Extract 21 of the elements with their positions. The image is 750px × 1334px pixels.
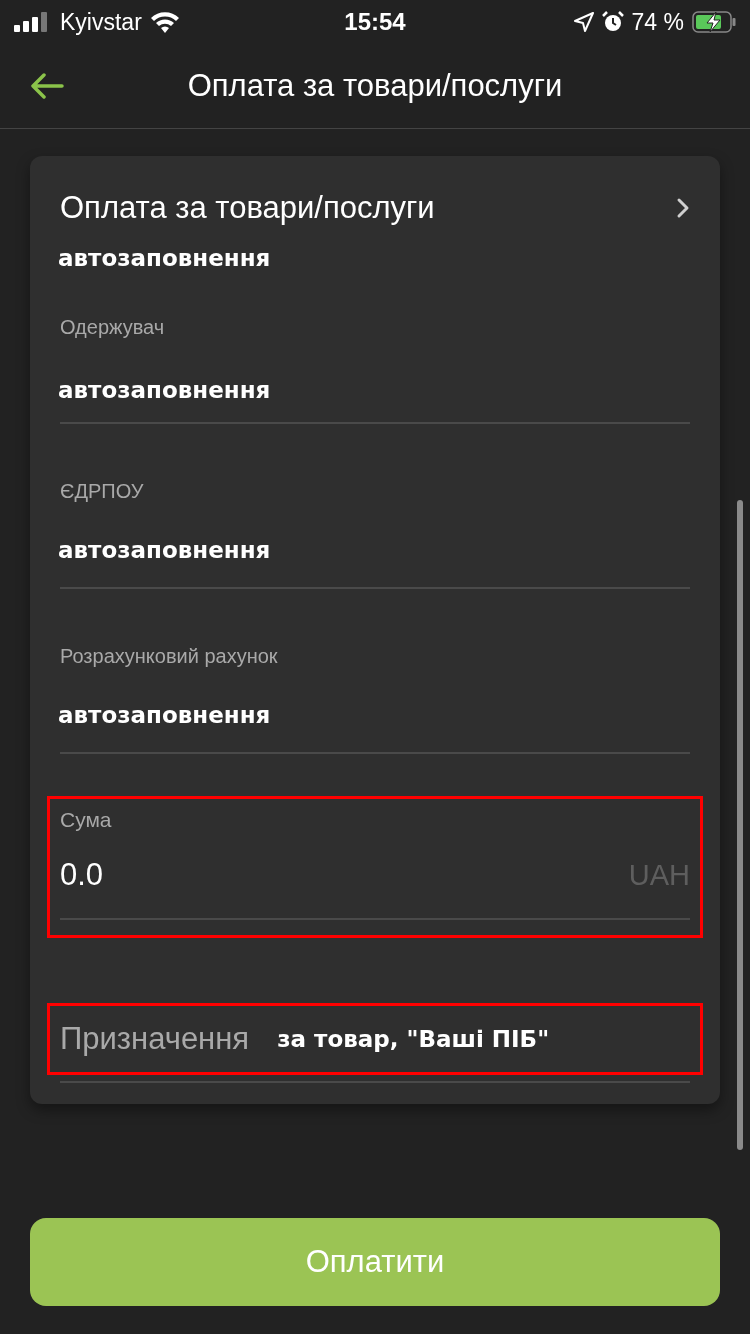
card-title: Оплата за товари/послуги — [60, 190, 435, 226]
amount-value[interactable]: 0.0 — [60, 857, 104, 893]
field-label: ЄДРПОУ — [60, 479, 145, 503]
field-value: автозаповнення — [58, 376, 272, 405]
clock-time: 15:54 — [344, 8, 406, 36]
purpose-value[interactable]: за товар, "Ваші ПІБ" — [277, 1022, 550, 1056]
page-title: Оплата за товари/послуги — [187, 68, 563, 104]
field-label: Призначення — [60, 1021, 250, 1057]
battery-percent: 74 % — [631, 8, 684, 36]
wifi-icon — [149, 11, 180, 33]
alarm-clock-icon — [601, 11, 624, 33]
field-label: Розрахунковий рахунок — [60, 644, 279, 668]
field-value: автозаповнення — [58, 701, 272, 730]
chevron-right-icon[interactable] — [676, 197, 690, 219]
location-icon — [573, 12, 594, 32]
field-value: автозаповнення — [58, 244, 272, 273]
carrier-name: Kyivstar — [60, 8, 142, 36]
field-value: автозаповнення — [58, 536, 272, 565]
battery-charging-icon — [692, 11, 736, 33]
field-label: Сума — [60, 808, 113, 832]
field-label: Одержувач — [60, 315, 166, 339]
